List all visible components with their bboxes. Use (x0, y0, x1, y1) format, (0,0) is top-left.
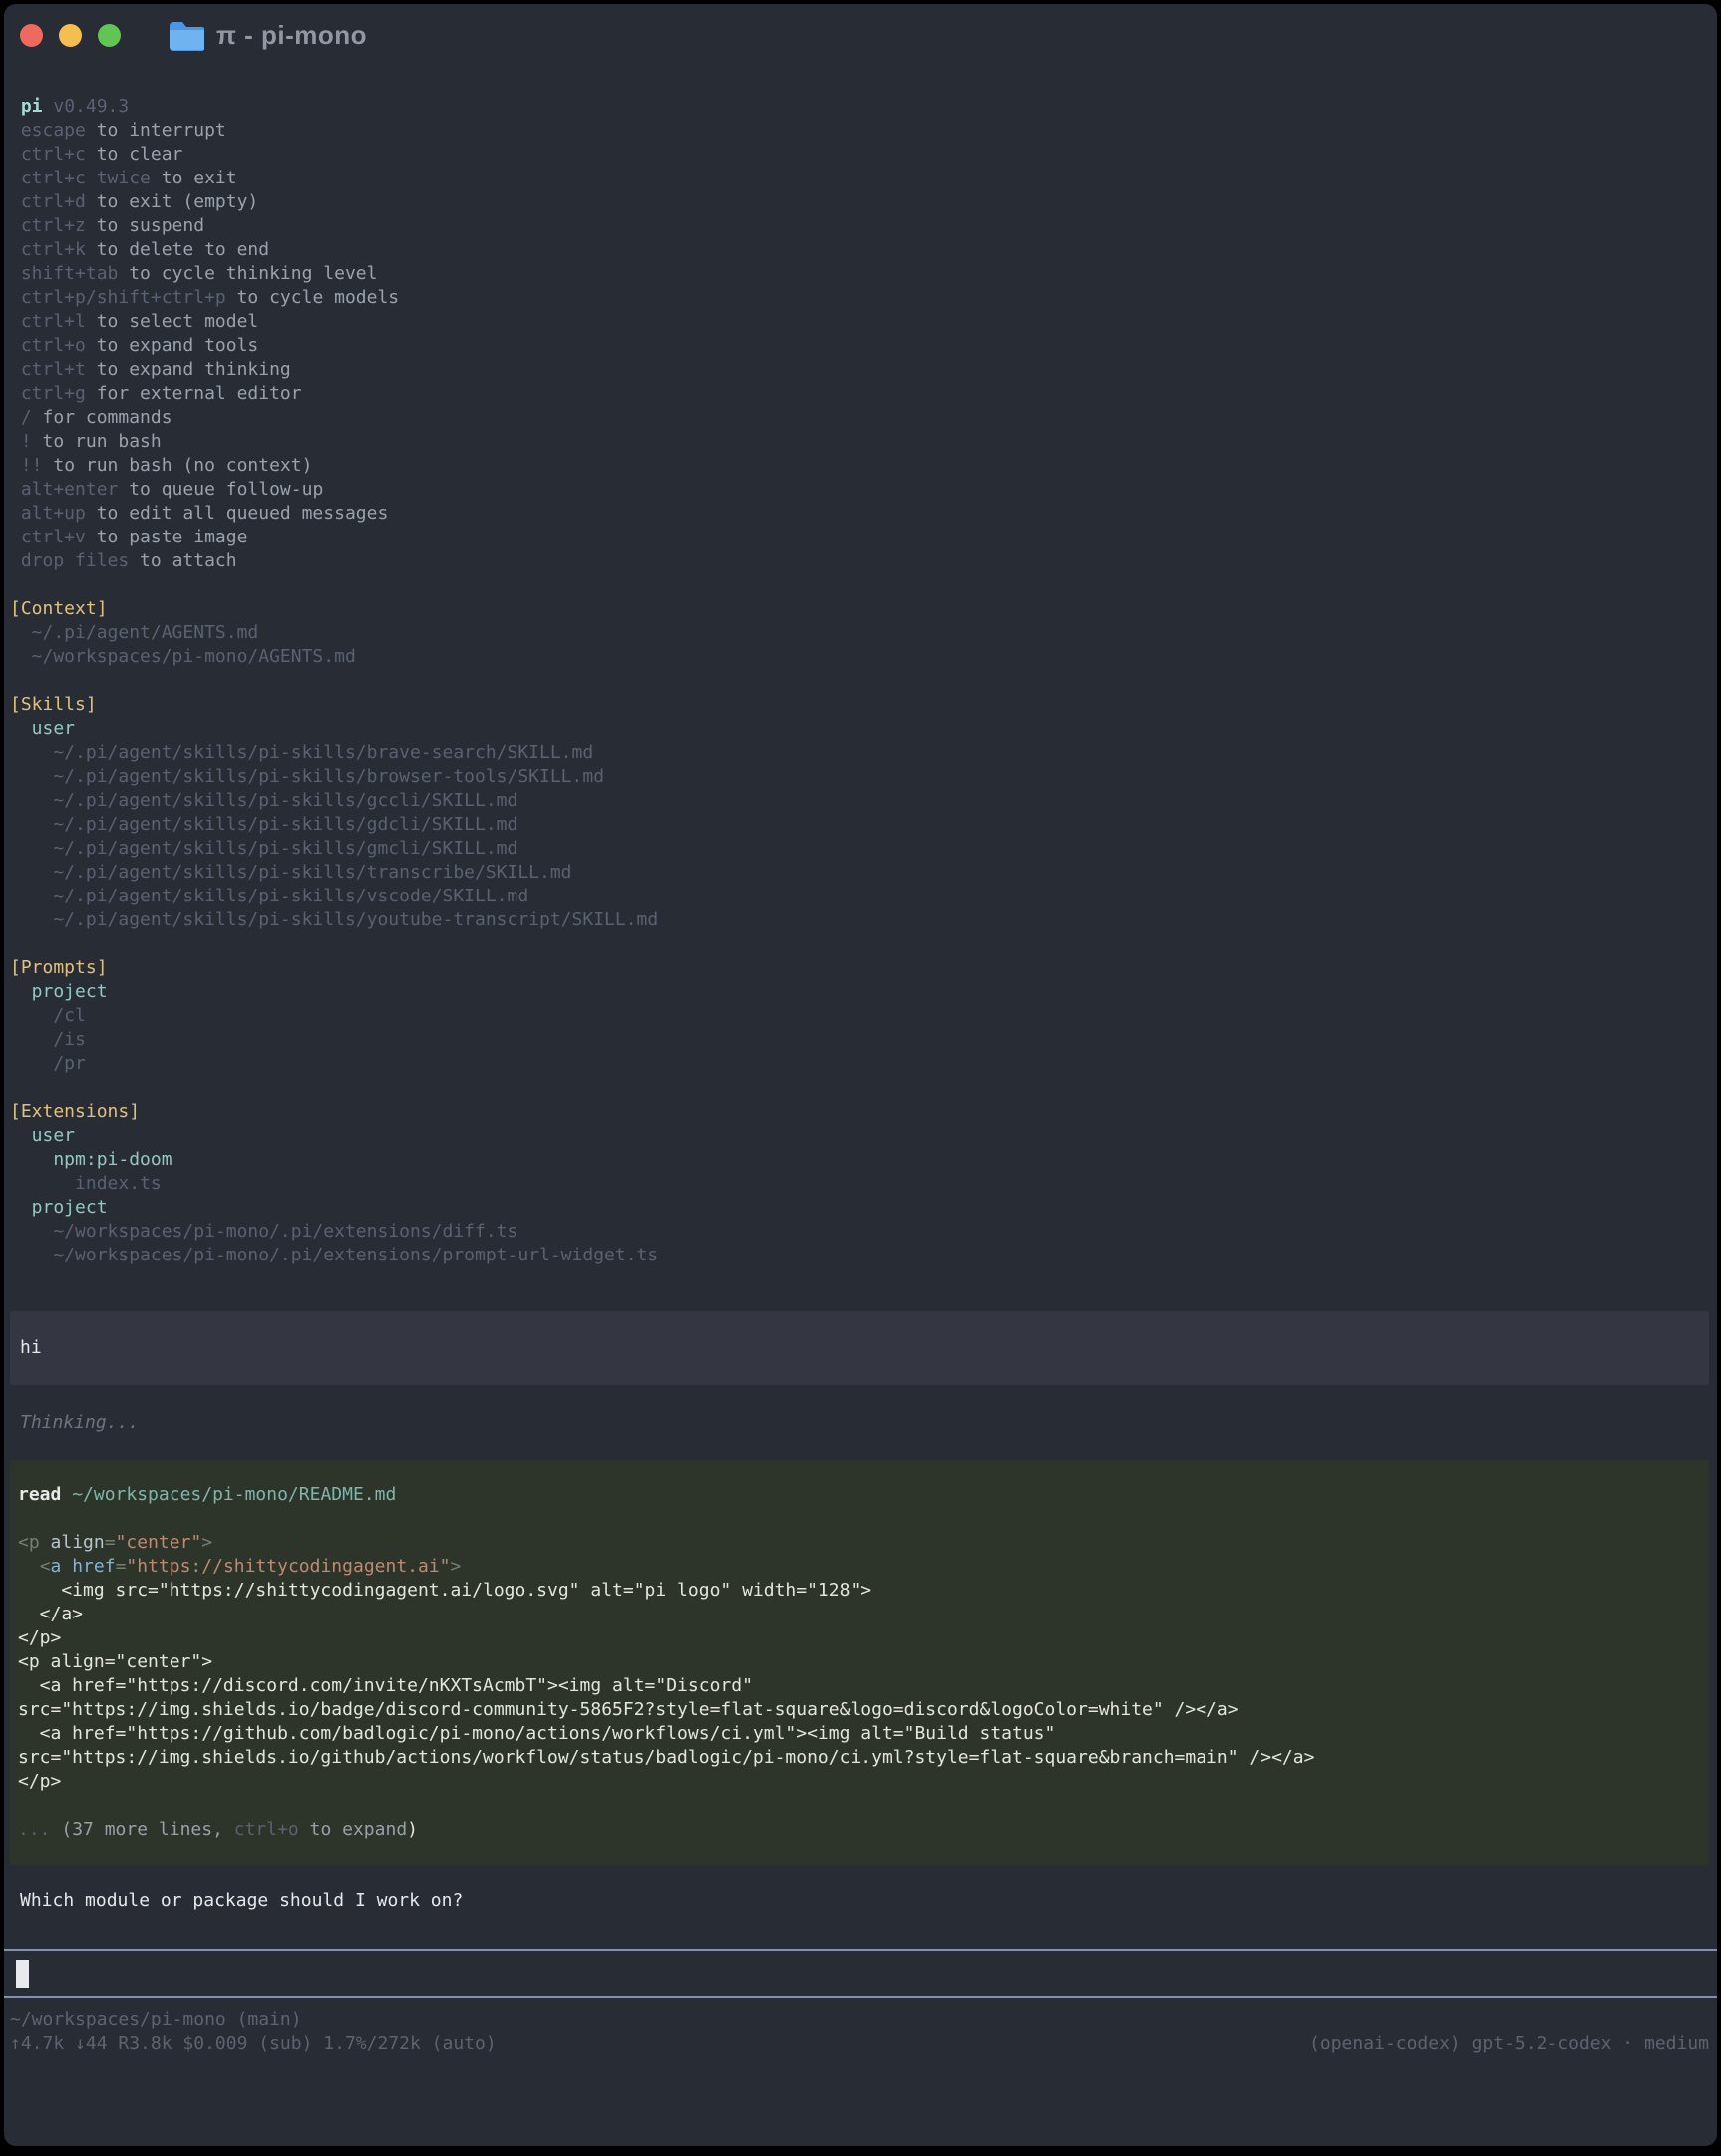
terminal-line: ctrl+o to expand tools (10, 334, 1709, 358)
terminal-line: [Prompts] (10, 956, 1709, 980)
terminal-line: src="https://img.shields.io/github/actio… (18, 1746, 1701, 1770)
terminal-line: user (10, 1124, 1709, 1148)
terminal-line: read ~/workspaces/pi-mono/README.md (18, 1483, 1701, 1507)
terminal-line: / for commands (10, 406, 1709, 430)
user-message: hi (10, 1311, 1709, 1385)
zoom-button[interactable] (98, 24, 121, 47)
terminal-line: ctrl+c twice to exit (10, 167, 1709, 190)
close-button[interactable] (20, 24, 43, 47)
terminal-line: ctrl+k to delete to end (10, 238, 1709, 262)
terminal-line: </p> (18, 1626, 1701, 1650)
terminal-line: (openai-codex) gpt-5.2-codex · medium (1309, 2032, 1709, 2056)
terminal-line (10, 1076, 1709, 1100)
terminal-line: [Extensions] (10, 1100, 1709, 1124)
terminal-line: </p> (18, 1770, 1701, 1794)
terminal-line: ctrl+v to paste image (10, 526, 1709, 549)
terminal-line: ctrl+c to clear (10, 143, 1709, 167)
terminal-line: hi (20, 1336, 1699, 1360)
terminal-line: alt+up to edit all queued messages (10, 502, 1709, 526)
terminal-line: pi v0.49.3 (10, 95, 1709, 119)
terminal-line: project (10, 1196, 1709, 1220)
terminal-line: ctrl+d to exit (empty) (10, 190, 1709, 214)
terminal-line: <a href="https://discord.com/invite/nKXT… (18, 1674, 1701, 1698)
text-cursor (16, 1960, 29, 1988)
terminal-line: /is (10, 1028, 1709, 1052)
terminal-line: ctrl+z to suspend (10, 214, 1709, 238)
terminal-line: ~/.pi/agent/skills/pi-skills/gdcli/SKILL… (10, 813, 1709, 837)
minimize-button[interactable] (59, 24, 82, 47)
assistant-message: Which module or package should I work on… (20, 1889, 1709, 1913)
terminal-line: npm:pi-doom (10, 1148, 1709, 1172)
tool-call-read: read ~/workspaces/pi-mono/README.md <p a… (10, 1460, 1709, 1865)
terminal-line: <a href="https://github.com/badlogic/pi-… (18, 1722, 1701, 1746)
terminal-line: ! to run bash (10, 430, 1709, 454)
terminal-line: ctrl+g for external editor (10, 382, 1709, 406)
terminal-line: /cl (10, 1004, 1709, 1028)
terminal-line: ~/workspaces/pi-mono/.pi/extensions/diff… (10, 1220, 1709, 1244)
terminal-line: <img src="https://shittycodingagent.ai/l… (18, 1579, 1701, 1603)
terminal-line: escape to interrupt (10, 119, 1709, 143)
terminal-line (18, 1794, 1701, 1818)
terminal-window: π - pi-mono pi v0.49.3 escape to interru… (4, 4, 1717, 2146)
status-bar-row: ↑4.7k ↓44 R3.8k $0.009 (sub) 1.7%/272k (… (10, 2032, 1709, 2056)
folder-icon (167, 19, 204, 51)
desktop: { "window": { "title": "π - pi-mono" }, … (0, 0, 1721, 2156)
terminal-line: ~/workspaces/pi-mono/AGENTS.md (10, 645, 1709, 669)
terminal-line (18, 1507, 1701, 1531)
terminal-line: ... (37 more lines, ctrl+o to expand) (18, 1818, 1701, 1842)
terminal-line: ~/.pi/agent/skills/pi-skills/vscode/SKIL… (10, 885, 1709, 908)
terminal-line: ctrl+p/shift+ctrl+p to cycle models (10, 286, 1709, 310)
terminal-line: [Skills] (10, 693, 1709, 717)
titlebar[interactable]: π - pi-mono (4, 4, 1717, 66)
terminal-line: </a> (18, 1603, 1701, 1626)
terminal-line: ~/.pi/agent/skills/pi-skills/transcribe/… (10, 861, 1709, 885)
terminal-line: src="https://img.shields.io/badge/discor… (18, 1698, 1701, 1722)
terminal-line (10, 932, 1709, 956)
prompt-input[interactable] (4, 1949, 1717, 1998)
terminal-line: alt+enter to queue follow-up (10, 478, 1709, 502)
terminal-line: Which module or package should I work on… (20, 1889, 1709, 1913)
input-row[interactable] (4, 1951, 1717, 1996)
model-info: (openai-codex) gpt-5.2-codex · medium (1309, 2032, 1709, 2056)
terminal-line: drop files to attach (10, 549, 1709, 573)
terminal-line: ~/.pi/agent/AGENTS.md (10, 621, 1709, 645)
terminal-line (10, 669, 1709, 693)
terminal-line: ctrl+t to expand thinking (10, 358, 1709, 382)
terminal-line: ~/workspaces/pi-mono (main) (10, 2008, 1709, 2032)
terminal-line: ~/.pi/agent/skills/pi-skills/youtube-tra… (10, 908, 1709, 932)
terminal-content[interactable]: pi v0.49.3 escape to interrupt ctrl+c to… (4, 66, 1717, 2056)
terminal-line: ctrl+l to select model (10, 310, 1709, 334)
terminal-line: ~/.pi/agent/skills/pi-skills/gmcli/SKILL… (10, 837, 1709, 861)
terminal-line: ~/.pi/agent/skills/pi-skills/gccli/SKILL… (10, 789, 1709, 813)
terminal-line: !! to run bash (no context) (10, 454, 1709, 478)
terminal-line: ~/workspaces/pi-mono/.pi/extensions/prom… (10, 1244, 1709, 1267)
terminal-line: <p align="center"> (18, 1531, 1701, 1555)
terminal-line: ~/.pi/agent/skills/pi-skills/brave-searc… (10, 741, 1709, 765)
session-stats: ↑4.7k ↓44 R3.8k $0.009 (sub) 1.7%/272k (… (10, 2032, 497, 2056)
terminal-line: shift+tab to cycle thinking level (10, 262, 1709, 286)
terminal-line (10, 573, 1709, 597)
thinking-status: Thinking... (20, 1411, 1709, 1435)
terminal-line: [Context] (10, 597, 1709, 621)
window-title: π - pi-mono (216, 20, 367, 51)
terminal-line: ↑4.7k ↓44 R3.8k $0.009 (sub) 1.7%/272k (… (10, 2032, 497, 2056)
input-divider-bottom (4, 1996, 1717, 1998)
terminal-line: /pr (10, 1052, 1709, 1076)
terminal-line: project (10, 980, 1709, 1004)
terminal-line: <p align="center"> (18, 1650, 1701, 1674)
cwd-branch: ~/workspaces/pi-mono (main) (10, 2008, 1709, 2032)
terminal-line: index.ts (10, 1172, 1709, 1196)
terminal-line: ~/.pi/agent/skills/pi-skills/browser-too… (10, 765, 1709, 789)
traffic-lights (20, 24, 121, 47)
terminal-line: <a href="https://shittycodingagent.ai"> (18, 1555, 1701, 1579)
status-bar: ~/workspaces/pi-mono (main) ↑4.7k ↓44 R3… (10, 2008, 1709, 2056)
terminal-line: user (10, 717, 1709, 741)
terminal-line: Thinking... (20, 1411, 1709, 1435)
session-header: pi v0.49.3 escape to interrupt ctrl+c to… (10, 95, 1709, 1267)
